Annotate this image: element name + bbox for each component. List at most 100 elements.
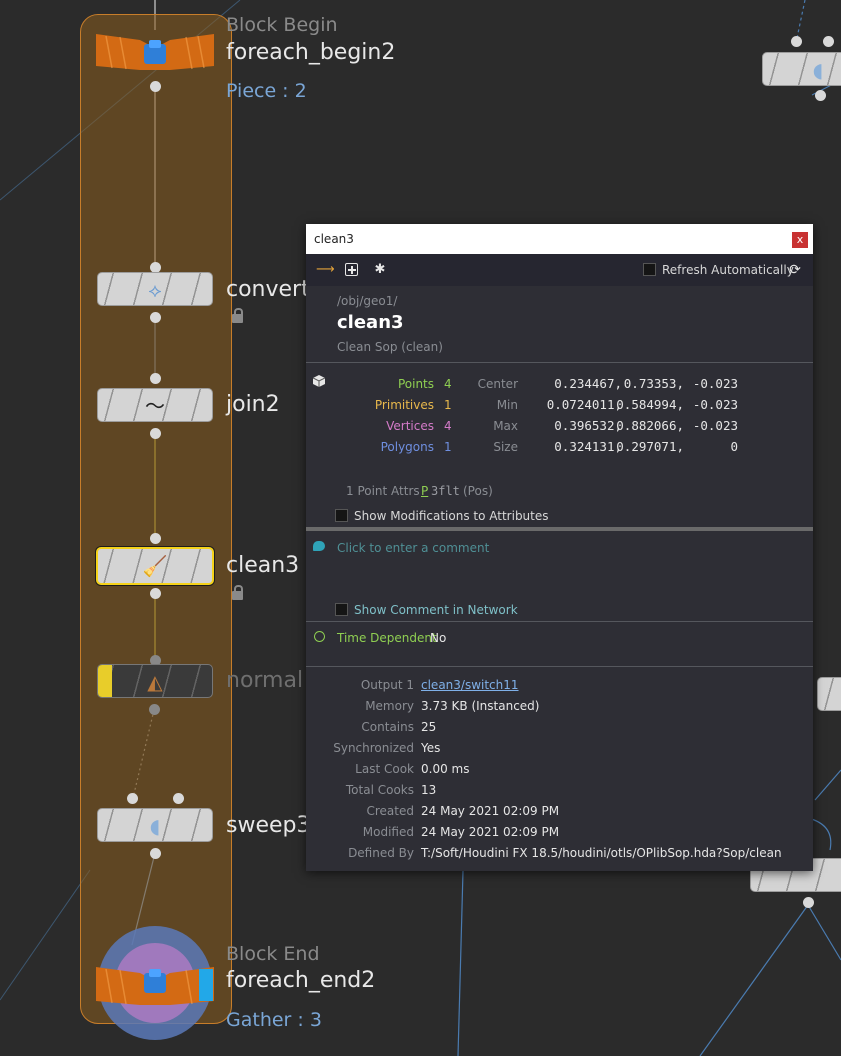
input-connector[interactable] xyxy=(127,793,138,804)
sweep-node[interactable]: ◖ xyxy=(97,808,213,842)
comment-icon xyxy=(313,541,325,551)
time-dependent-label: Time Dependent xyxy=(337,631,437,645)
divider xyxy=(306,362,813,363)
add-icon[interactable] xyxy=(344,262,360,278)
sweep-tube-icon: ◖ xyxy=(149,814,161,838)
block-begin-shape-icon xyxy=(96,34,214,70)
broom-icon: 🧹 xyxy=(142,554,168,578)
foreach-block-frame xyxy=(80,14,232,1024)
output-link[interactable]: clean3/switch11 xyxy=(421,678,519,692)
stat-label: Primitives xyxy=(374,398,434,412)
bounds-x-value: 0.324131, xyxy=(554,439,622,454)
normal-icon: ◭ xyxy=(147,670,163,694)
convert-node[interactable]: ⟡ xyxy=(97,272,213,306)
detail-key: Contains xyxy=(361,720,414,734)
output-connector[interactable] xyxy=(150,848,161,859)
offscreen-node[interactable] xyxy=(817,677,841,711)
offscreen-sweep-node[interactable]: ◖ xyxy=(762,52,841,86)
piece-label: Piece : 2 xyxy=(226,80,307,102)
refresh-auto-checkbox[interactable] xyxy=(643,263,656,276)
detail-key: Defined By xyxy=(348,846,414,860)
bounds-label: Max xyxy=(493,419,518,433)
output-connector[interactable] xyxy=(150,428,161,439)
node-name-foreach-begin[interactable]: foreach_begin2 xyxy=(226,40,395,65)
bug-icon[interactable]: ✱ xyxy=(372,262,388,278)
bounds-y-value: 0.73353, xyxy=(623,376,684,391)
foreach-begin-node[interactable] xyxy=(96,30,214,70)
geometry-cube-icon xyxy=(312,372,326,387)
stat-label: Vertices xyxy=(386,419,434,433)
detail-value: T:/Soft/Houdini FX 18.5/houdini/otls/OPl… xyxy=(421,846,782,860)
node-name-convert[interactable]: convert xyxy=(226,277,310,302)
bounds-x-value: 0.0724011, xyxy=(546,397,622,412)
output-connector[interactable] xyxy=(150,81,161,92)
foreach-end-node[interactable] xyxy=(96,925,216,1040)
clean-node[interactable]: 🧹 xyxy=(96,547,214,585)
node-name-join[interactable]: join2 xyxy=(226,392,280,417)
close-button[interactable]: x xyxy=(792,232,808,248)
stat-count: 4 xyxy=(444,377,452,391)
input-connector[interactable] xyxy=(150,373,161,384)
bounds-x-value: 0.396532, xyxy=(554,418,622,433)
detail-value: 24 May 2021 02:09 PM xyxy=(421,804,560,818)
refresh-icon[interactable]: ⟳ xyxy=(787,262,803,278)
pin-icon[interactable]: ⟶ xyxy=(316,262,335,278)
input-connector[interactable] xyxy=(150,533,161,544)
node-path: /obj/geo1/ xyxy=(337,294,398,308)
input-connector[interactable] xyxy=(791,36,802,47)
attr-name: (Pos) xyxy=(463,484,493,498)
normal-node[interactable]: ◭ xyxy=(97,664,213,698)
attr-class: P xyxy=(421,484,429,498)
block-end-shape-icon xyxy=(96,926,214,1040)
node-type: Clean Sop (clean) xyxy=(337,340,443,354)
node-name: clean3 xyxy=(337,312,404,333)
show-comment-label: Show Comment in Network xyxy=(354,603,518,617)
bounds-z-value: -0.023 xyxy=(692,418,738,433)
bounds-label: Min xyxy=(496,398,518,412)
bounds-z-value: -0.023 xyxy=(692,397,738,412)
node-name-normal[interactable]: normal xyxy=(226,668,303,693)
output-connector[interactable] xyxy=(815,90,826,101)
input-connector[interactable] xyxy=(823,36,834,47)
stat-label: Points xyxy=(397,377,434,391)
show-modifications-checkbox[interactable] xyxy=(335,509,348,522)
divider xyxy=(306,666,813,667)
node-info-window[interactable]: clean3 x ⟶ ✱ Refresh Automatically ⟳ /ob… xyxy=(306,224,813,871)
output-connector[interactable] xyxy=(150,588,161,599)
comment-input[interactable]: Click to enter a comment xyxy=(337,541,489,555)
detail-value: 24 May 2021 02:09 PM xyxy=(421,825,560,839)
sweep-tube-icon: ◖ xyxy=(812,58,824,82)
detail-key: Created xyxy=(366,804,415,818)
window-title: clean3 xyxy=(314,232,354,246)
output-connector[interactable] xyxy=(149,704,160,715)
divider xyxy=(306,621,813,622)
bypass-flag[interactable] xyxy=(98,665,112,697)
node-name-foreach-end[interactable]: foreach_end2 xyxy=(226,968,375,993)
bounds-x-value: 0.234467, xyxy=(554,376,622,391)
info-titlebar[interactable]: clean3 x xyxy=(306,224,813,254)
show-comment-checkbox[interactable] xyxy=(335,603,348,616)
refresh-auto-label: Refresh Automatically xyxy=(662,263,794,277)
bounds-y-value: 0.584994, xyxy=(616,397,684,412)
node-name-clean[interactable]: clean3 xyxy=(226,553,299,578)
detail-value: 25 xyxy=(421,720,437,734)
convert-icon: ⟡ xyxy=(148,278,162,302)
block-end-title: Block End xyxy=(226,943,320,965)
output-connector[interactable] xyxy=(803,897,814,908)
bounds-y-value: 0.297071, xyxy=(616,439,684,454)
node-name-sweep[interactable]: sweep3 xyxy=(226,813,311,838)
clock-icon xyxy=(314,631,325,642)
detail-value: 13 xyxy=(421,783,437,797)
block-begin-title: Block Begin xyxy=(226,14,338,36)
gather-label: Gather : 3 xyxy=(226,1009,322,1031)
detail-key: Total Cooks xyxy=(345,783,414,797)
show-modifications-label: Show Modifications to Attributes xyxy=(354,509,549,523)
join-node[interactable]: 〜 xyxy=(97,388,213,422)
detail-key: Memory xyxy=(365,699,414,713)
input-connector[interactable] xyxy=(173,793,184,804)
info-toolbar: ⟶ ✱ Refresh Automatically ⟳ xyxy=(306,254,813,286)
bounds-label: Center xyxy=(477,377,518,391)
stat-count: 4 xyxy=(444,419,452,433)
section-divider xyxy=(306,527,813,531)
output-connector[interactable] xyxy=(150,312,161,323)
